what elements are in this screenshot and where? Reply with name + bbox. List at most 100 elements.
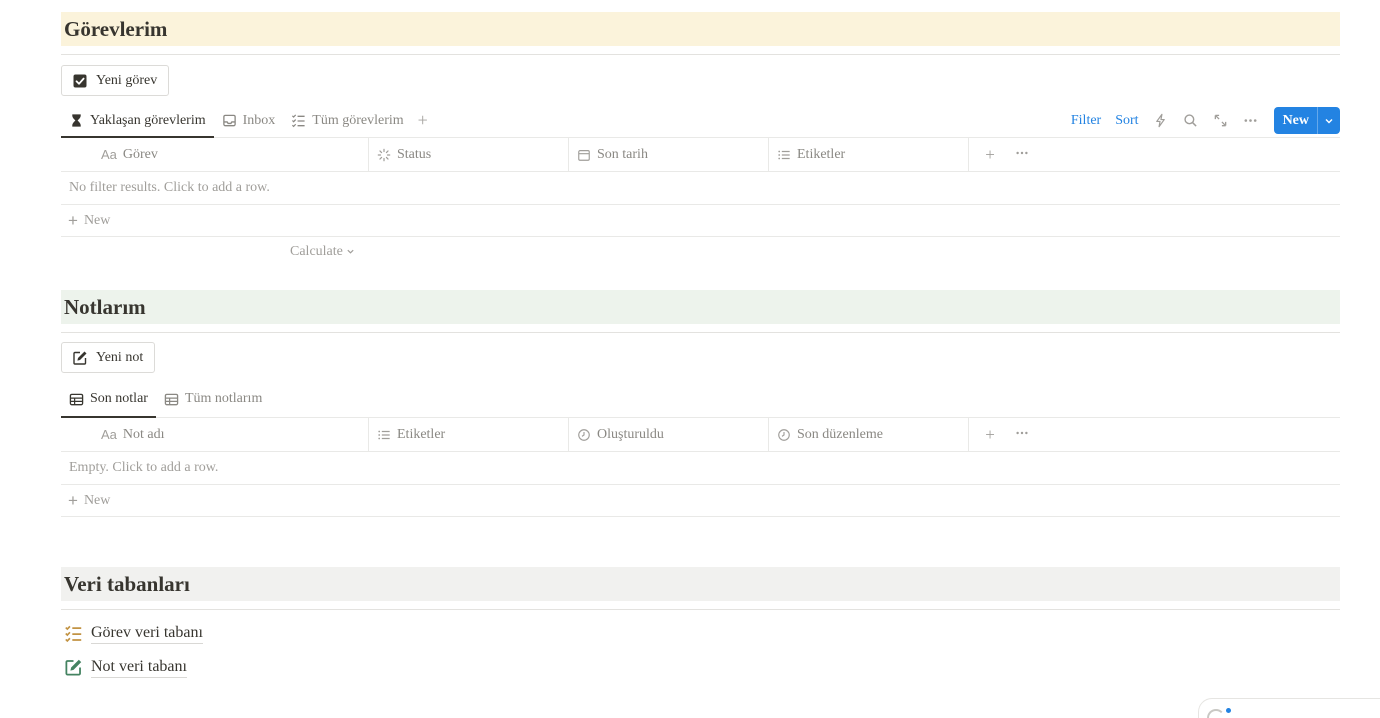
column-label: Status bbox=[397, 146, 432, 162]
add-row-button[interactable]: + New bbox=[61, 485, 1340, 517]
sort-button[interactable]: Sort bbox=[1108, 113, 1145, 129]
column-label: Görev bbox=[122, 146, 158, 162]
new-note-button[interactable]: Yeni not bbox=[61, 342, 156, 373]
task-database-label: Görev veri tabanı bbox=[91, 623, 203, 644]
help-widget[interactable] bbox=[1198, 698, 1380, 718]
checkbox-icon bbox=[73, 74, 87, 87]
chevron-down-icon bbox=[1325, 118, 1333, 123]
tasks-toolbar: Filter Sort New bbox=[1064, 104, 1340, 137]
tab-all-notes[interactable]: Tüm notlarım bbox=[156, 381, 270, 417]
notes-section-header: Notlarım bbox=[61, 290, 1340, 324]
plus-icon: + bbox=[417, 110, 428, 130]
tasks-divider bbox=[61, 54, 1340, 55]
column-label: Oluşturuldu bbox=[597, 426, 664, 442]
expand-icon bbox=[1214, 114, 1227, 127]
column-header-tags[interactable]: Etiketler bbox=[369, 418, 569, 451]
tasks-section-title: Görevlerim bbox=[64, 16, 168, 41]
column-header-status[interactable]: Status bbox=[369, 138, 569, 171]
databases-divider bbox=[61, 609, 1340, 610]
tasks-table-header: Aa Görev Status Son tarih Etiketler + bbox=[61, 138, 1340, 172]
column-label: Son düzenleme bbox=[797, 426, 883, 442]
column-header-last-edited[interactable]: Son düzenleme bbox=[769, 418, 969, 451]
tab-all-tasks-label: Tüm görevlerim bbox=[312, 112, 404, 128]
note-database-link[interactable]: Not veri tabanı bbox=[61, 650, 203, 684]
task-database-link[interactable]: Görev veri tabanı bbox=[61, 616, 203, 650]
new-note-label: Yeni not bbox=[96, 349, 144, 365]
tab-all-tasks[interactable]: Tüm görevlerim bbox=[283, 104, 411, 137]
calculate-label: Calculate bbox=[290, 244, 343, 259]
status-icon bbox=[377, 148, 391, 161]
new-task-label: Yeni görev bbox=[96, 72, 158, 88]
add-view-button[interactable]: + bbox=[412, 104, 434, 137]
empty-table-row[interactable]: Empty. Click to add a row. bbox=[61, 452, 1340, 485]
expand-button[interactable] bbox=[1206, 113, 1236, 128]
tab-recent-notes[interactable]: Son notlar bbox=[61, 381, 156, 418]
column-header-note-name[interactable]: Aa Not adı bbox=[61, 418, 369, 451]
add-column-button[interactable]: + bbox=[977, 425, 1003, 445]
tasks-section-header: Görevlerim bbox=[61, 12, 1340, 46]
list-icon bbox=[778, 150, 790, 159]
search-icon bbox=[1184, 114, 1197, 127]
table-icon bbox=[69, 393, 84, 405]
notes-divider bbox=[61, 332, 1340, 333]
calculate-row: Calculate bbox=[61, 237, 1340, 267]
hourglass-icon bbox=[72, 114, 81, 127]
column-header-created[interactable]: Oluşturuldu bbox=[569, 418, 769, 451]
text-type-icon: Aa bbox=[101, 147, 117, 162]
more-icon bbox=[1244, 119, 1257, 122]
empty-filter-row[interactable]: No filter results. Click to add a row. bbox=[61, 172, 1340, 205]
column-label: Son tarih bbox=[597, 146, 648, 162]
edit-icon bbox=[65, 659, 82, 676]
notes-section-title: Notlarım bbox=[64, 294, 146, 319]
clock-icon bbox=[578, 428, 590, 441]
databases-section-title: Veri tabanları bbox=[64, 571, 190, 596]
tab-recent-notes-label: Son notlar bbox=[90, 391, 148, 406]
plus-icon: + bbox=[68, 490, 78, 510]
text-type-icon: Aa bbox=[101, 427, 117, 442]
tab-upcoming-tasks-label: Yaklaşan görevlerim bbox=[90, 112, 206, 128]
column-header-task[interactable]: Aa Görev bbox=[61, 138, 369, 171]
add-row-button[interactable]: + New bbox=[61, 205, 1340, 237]
databases-section-header: Veri tabanları bbox=[61, 567, 1340, 601]
column-more-button[interactable] bbox=[1009, 425, 1035, 445]
tab-upcoming-tasks[interactable]: Yaklaşan görevlerim bbox=[61, 104, 214, 138]
new-record-dropdown[interactable] bbox=[1318, 107, 1340, 134]
column-label: Etiketler bbox=[797, 146, 846, 162]
table-icon bbox=[164, 393, 179, 405]
new-record-label: New bbox=[1274, 107, 1318, 134]
loading-arc-icon bbox=[1207, 709, 1225, 718]
search-button[interactable] bbox=[1176, 113, 1206, 128]
tab-all-notes-label: Tüm notlarım bbox=[184, 391, 263, 406]
new-task-button[interactable]: Yeni görev bbox=[61, 65, 170, 96]
add-row-label: New bbox=[83, 492, 111, 508]
chevron-down-icon bbox=[347, 250, 354, 254]
plus-icon: + bbox=[68, 210, 78, 230]
checklist-icon bbox=[292, 114, 305, 128]
more-icon bbox=[1016, 431, 1028, 434]
calculate-button[interactable]: Calculate bbox=[290, 244, 355, 260]
new-record-button[interactable]: New bbox=[1273, 107, 1340, 134]
tasks-view-tabs: Yaklaşan görevlerim Inbox Tüm görevlerim… bbox=[61, 104, 1340, 138]
column-more-button[interactable] bbox=[1009, 145, 1035, 165]
tab-inbox-label: Inbox bbox=[242, 112, 276, 128]
edit-icon bbox=[73, 351, 87, 365]
status-dot-icon bbox=[1226, 708, 1231, 713]
notes-view-tabs: Son notlar Tüm notlarım bbox=[61, 381, 1340, 418]
tab-inbox[interactable]: Inbox bbox=[214, 104, 284, 137]
column-header-due-date[interactable]: Son tarih bbox=[569, 138, 769, 171]
more-options-button[interactable] bbox=[1236, 113, 1266, 128]
add-row-label: New bbox=[83, 212, 111, 228]
column-header-tags[interactable]: Etiketler bbox=[769, 138, 969, 171]
lightning-icon bbox=[1156, 113, 1165, 128]
checklist-icon bbox=[65, 625, 82, 642]
filter-button[interactable]: Filter bbox=[1064, 113, 1108, 129]
note-database-label: Not veri tabanı bbox=[91, 657, 187, 678]
calendar-icon bbox=[578, 149, 590, 161]
automation-button[interactable] bbox=[1146, 113, 1176, 128]
clock-icon bbox=[778, 428, 790, 441]
inbox-icon bbox=[222, 114, 236, 127]
column-label: Not adı bbox=[122, 426, 165, 442]
list-icon bbox=[378, 430, 390, 439]
notes-table-header: Aa Not adı Etiketler Oluşturuldu Son düz… bbox=[61, 418, 1340, 452]
add-column-button[interactable]: + bbox=[977, 145, 1003, 165]
